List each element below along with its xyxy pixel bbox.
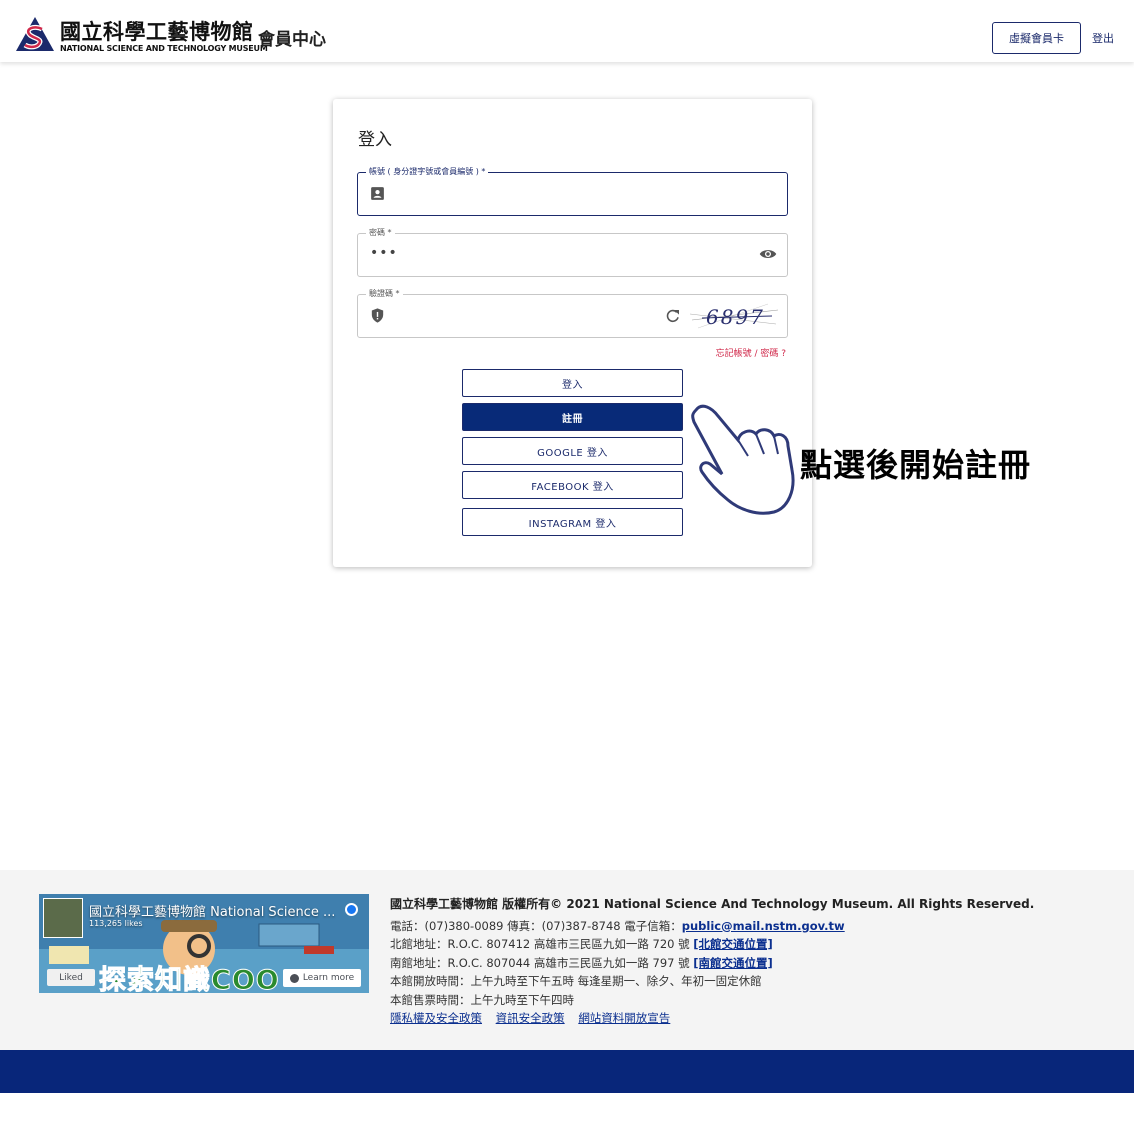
eye-icon[interactable] [759,247,777,261]
security-policy-link[interactable]: 資訊安全政策 [496,1011,565,1025]
facebook-widget[interactable]: 國立科學工藝博物館 National Science ... 113,265 l… [39,894,369,993]
top-header: 國立科學工藝博物館 NATIONAL SCIENCE AND TECHNOLOG… [0,0,1134,62]
captcha-image: 6897 [688,300,782,332]
instagram-login-button[interactable]: INSTAGRAM 登入 [462,508,683,536]
login-title: 登入 [358,130,392,150]
forgot-link[interactable]: 忘記帳號 / 密碼 ? [716,346,786,359]
liked-label: Liked [59,972,83,983]
annotation-text: 點選後開始註冊 [800,446,1032,484]
contact-line: 電話：(07)380-0089 傳真：(07)387-8748 電子信箱：pub… [390,917,1110,936]
facebook-likes: 113,265 likes [89,919,143,928]
facebook-banner-text: 探索知識COO [99,965,280,994]
logout-link[interactable]: 登出 [1092,30,1114,46]
footer-info: 國立科學工藝博物館 版權所有© 2021 National Science An… [390,895,1110,1028]
account-input[interactable]: 帳號 ( 身分證字號或會員編號 ) * [357,166,788,216]
account-label: 帳號 ( 身分證字號或會員編號 ) * [366,166,489,178]
login-button[interactable]: 登入 [462,369,683,397]
facebook-learn-more-button[interactable]: Learn more [283,969,361,987]
facebook-page-name[interactable]: 國立科學工藝博物館 National Science ... [89,901,335,920]
info-icon [289,973,299,983]
bottom-bar [0,1050,1134,1093]
north-address-line: 北館地址：R.O.C. 807412 高雄市三民區九如一路 720 號 [北館交… [390,935,1110,954]
virtual-card-button[interactable]: 虛擬會員卡 [992,22,1081,54]
privacy-policy-link[interactable]: 隱私權及安全政策 [390,1011,482,1025]
refresh-icon[interactable] [665,308,681,324]
verified-check-icon [345,903,358,916]
museum-logo-icon[interactable] [16,17,54,51]
facebook-avatar [43,898,83,938]
contact-text: 電話：(07)380-0089 傳真：(07)387-8748 電子信箱： [390,918,682,933]
password-input[interactable]: 密碼 * ••• [357,227,788,277]
captcha-input[interactable]: 驗證碼 * 6897 [357,288,788,338]
captcha-label: 驗證碼 * [366,288,403,300]
password-label: 密碼 * [366,227,395,239]
open-data-link[interactable]: 網站資料開放宣告 [578,1011,670,1025]
north-map-link[interactable]: [北館交通位置] [693,937,773,951]
south-address-text: 南館地址：R.O.C. 807044 高雄市三民區九如一路 797 號 [390,955,694,970]
ticket-hours: 本館售票時間：上午九時至下午四時 [390,992,574,1007]
google-login-button[interactable]: GOOGLE 登入 [462,437,683,465]
account-box-icon [371,187,384,200]
south-map-link[interactable]: [南館交通位置] [693,956,773,970]
north-address-text: 北館地址：R.O.C. 807412 高雄市三民區九如一路 720 號 [390,937,694,951]
logo-title-en: NATIONAL SCIENCE AND TECHNOLOGY MUSEUM [60,44,268,53]
member-center-title: 會員中心 [258,30,326,50]
opening-hours: 本館開放時間：上午九時至下午五時 每逢星期一、除夕、年初一固定休館 [390,974,762,988]
copyright-text: 國立科學工藝博物館 版權所有© 2021 National Science An… [390,897,1035,911]
south-address-line: 南館地址：R.O.C. 807044 高雄市三民區九如一路 797 號 [南館交… [390,954,1110,973]
footer-links: 隱私權及安全政策 資訊安全政策 網站資料開放宣告 [390,1009,1110,1028]
email-link[interactable]: public@mail.nstm.gov.tw [682,919,845,933]
password-value: ••• [370,245,398,261]
learn-more-label: Learn more [302,973,355,983]
logo-title-zh: 國立科學工藝博物館 [60,20,254,44]
shield-icon [371,308,384,323]
register-button[interactable]: 註冊 [462,403,683,431]
pointing-hand-icon [691,404,795,515]
facebook-liked-button[interactable]: Liked [47,969,95,986]
facebook-login-button[interactable]: FACEBOOK 登入 [462,471,683,499]
